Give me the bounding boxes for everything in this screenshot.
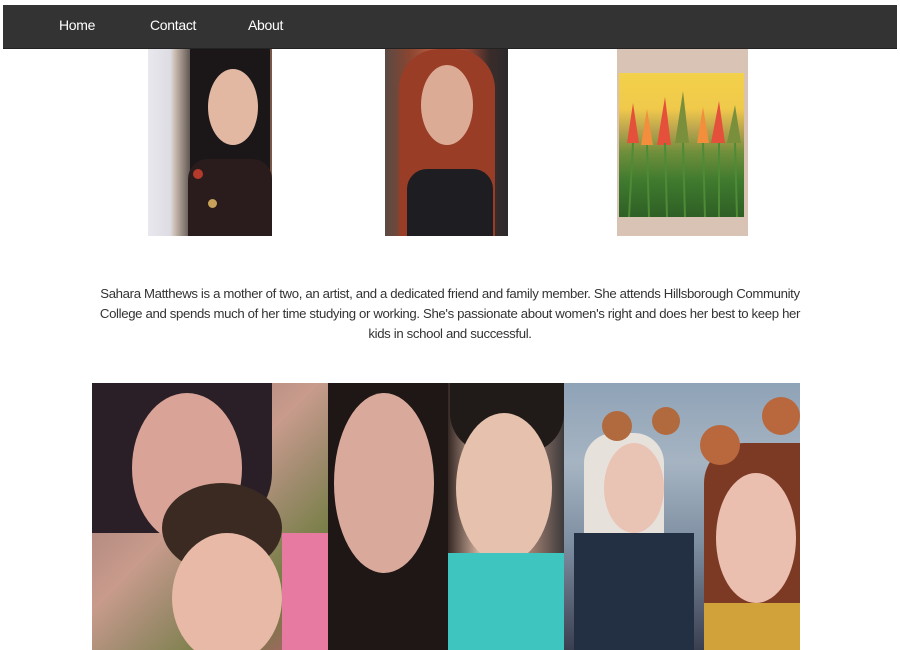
family-photo-2 [328,383,564,650]
portrait-photo-2 [385,49,508,236]
nav-contact-link[interactable]: Contact [150,17,196,33]
flower-painting-photo [617,49,748,236]
bear-filter-photo [564,383,800,650]
bear-ear-icon [602,411,632,441]
flower-painting-illustration [627,91,741,218]
family-photo-1 [92,383,328,650]
bear-ear-icon [700,425,740,465]
portrait-photo-1 [148,49,272,236]
nav-about-link[interactable]: About [248,17,283,33]
bear-ear-icon [762,397,800,435]
bio-paragraph: Sahara Matthews is a mother of two, an a… [99,286,801,341]
bear-ear-icon [652,407,680,435]
nav-home-link[interactable]: Home [59,17,95,33]
navbar: Home Contact About [3,5,897,49]
